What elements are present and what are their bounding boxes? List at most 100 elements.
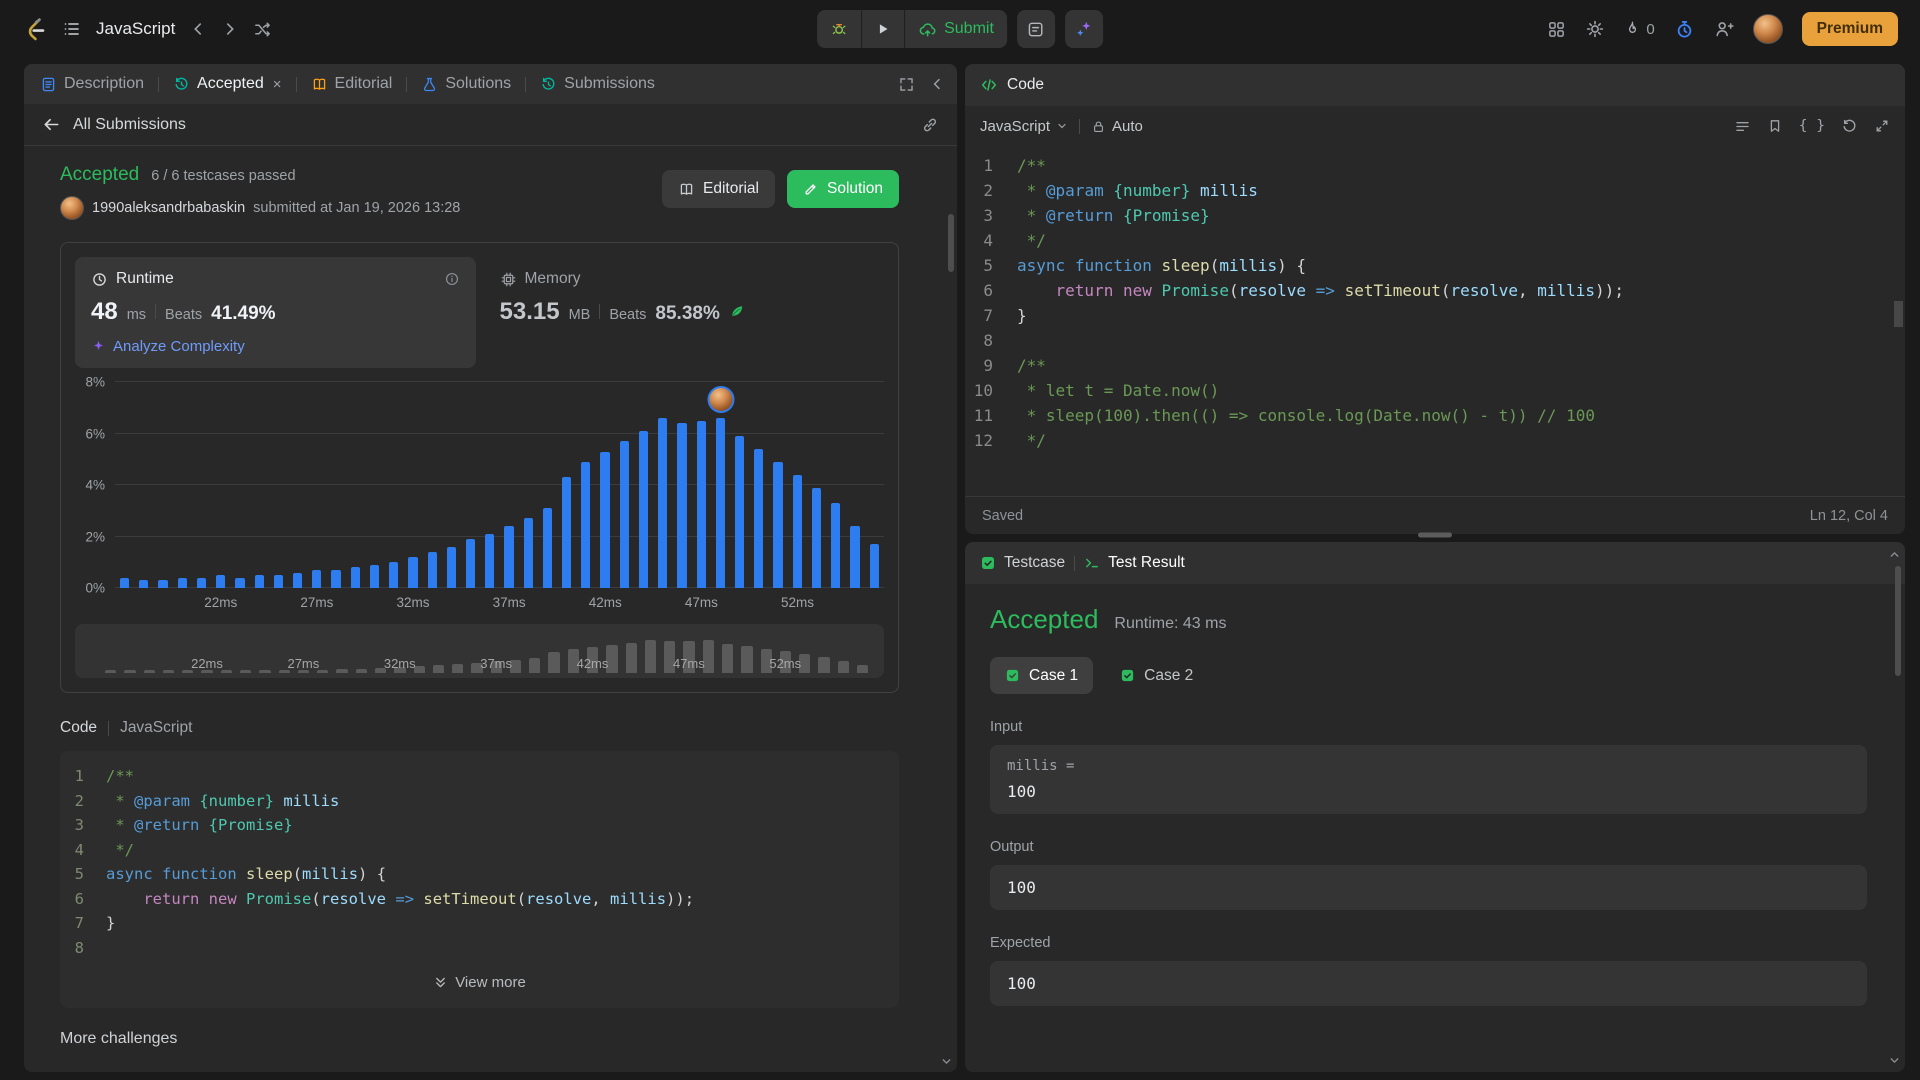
- view-more-button[interactable]: View more: [60, 964, 899, 1000]
- runtime-distribution-bar[interactable]: [716, 418, 725, 588]
- runtime-distribution-bar[interactable]: [216, 575, 225, 588]
- runtime-distribution-bar[interactable]: [562, 477, 571, 588]
- runtime-distribution-bar[interactable]: [255, 575, 264, 588]
- analyze-complexity-button[interactable]: Analyze Complexity: [91, 338, 460, 355]
- runtime-distribution-bar[interactable]: [158, 580, 167, 588]
- runtime-distribution-bar[interactable]: [120, 578, 129, 588]
- runtime-distribution-bar[interactable]: [331, 570, 340, 588]
- problem-list-title[interactable]: JavaScript: [96, 19, 175, 39]
- settings-gear-icon[interactable]: [1585, 19, 1605, 39]
- leetcode-logo-icon[interactable]: [22, 16, 48, 42]
- scroll-up-icon[interactable]: [1888, 548, 1901, 561]
- apps-grid-icon[interactable]: [1547, 20, 1566, 39]
- share-link-icon[interactable]: [921, 116, 939, 134]
- runtime-distribution-bar[interactable]: [293, 573, 302, 588]
- runtime-distribution-bar[interactable]: [754, 449, 763, 588]
- expected-field[interactable]: 100: [990, 961, 1867, 1006]
- runtime-distribution-bar[interactable]: [351, 567, 360, 588]
- scroll-down-icon[interactable]: [1888, 1054, 1901, 1067]
- scrollbar-thumb[interactable]: [948, 214, 954, 272]
- next-question-icon[interactable]: [221, 20, 239, 38]
- submission-username[interactable]: 1990aleksandrbabaskin: [92, 200, 245, 216]
- runtime-distribution-bar[interactable]: [658, 418, 667, 588]
- tab-accepted[interactable]: Accepted ×: [169, 73, 285, 95]
- tab-description[interactable]: Description: [36, 73, 148, 95]
- runtime-distribution-bar[interactable]: [447, 547, 456, 588]
- tab-test-result[interactable]: Test Result: [1084, 554, 1185, 572]
- input-field[interactable]: millis = 100: [990, 745, 1867, 814]
- runtime-distribution-bar[interactable]: [524, 518, 533, 588]
- solution-button[interactable]: Solution: [787, 170, 899, 208]
- premium-button[interactable]: Premium: [1802, 12, 1898, 46]
- bookmark-icon[interactable]: [1767, 118, 1783, 134]
- runtime-distribution-bar[interactable]: [697, 421, 706, 588]
- runtime-distribution-bar[interactable]: [543, 508, 552, 588]
- runtime-distribution-bar[interactable]: [504, 526, 513, 588]
- reset-code-icon[interactable]: [1841, 118, 1858, 135]
- case-1-button[interactable]: Case 1: [990, 657, 1093, 694]
- output-field[interactable]: 100: [990, 865, 1867, 910]
- info-icon[interactable]: [444, 271, 460, 287]
- user-runtime-marker[interactable]: [707, 386, 734, 413]
- fullscreen-icon[interactable]: [898, 76, 915, 93]
- runtime-distribution-bar[interactable]: [197, 578, 206, 588]
- runtime-stat-card[interactable]: Runtime 48 ms Beats 41.49%: [75, 257, 476, 368]
- submit-button[interactable]: Submit: [904, 10, 1007, 48]
- tab-editorial[interactable]: Editorial: [307, 73, 397, 95]
- shuffle-icon[interactable]: [253, 20, 272, 39]
- timer-icon[interactable]: [1674, 19, 1695, 40]
- scrollbar-thumb[interactable]: [1894, 301, 1903, 327]
- code-editor[interactable]: 1/**2 * @param {number} millis3 * @retur…: [965, 146, 1905, 496]
- debugger-button[interactable]: [817, 10, 861, 48]
- runtime-distribution-bar[interactable]: [812, 488, 821, 588]
- all-submissions-link[interactable]: All Submissions: [73, 116, 186, 134]
- close-tab-icon[interactable]: ×: [273, 76, 282, 93]
- runtime-distribution-bar[interactable]: [312, 570, 321, 588]
- case-2-button[interactable]: Case 2: [1105, 657, 1208, 694]
- runtime-distribution-bar[interactable]: [370, 565, 379, 588]
- scrollbar-thumb[interactable]: [1895, 566, 1901, 676]
- panel-resize-handle[interactable]: [1418, 533, 1452, 538]
- runtime-distribution-bar[interactable]: [485, 534, 494, 588]
- auto-toggle[interactable]: Auto: [1091, 118, 1143, 135]
- notes-button[interactable]: [1017, 10, 1055, 48]
- add-collaborator-icon[interactable]: [1714, 19, 1734, 39]
- runtime-distribution-bar[interactable]: [389, 562, 398, 588]
- format-lines-icon[interactable]: [1734, 118, 1751, 135]
- language-select[interactable]: JavaScript: [980, 118, 1068, 135]
- problem-list-icon[interactable]: [62, 19, 82, 39]
- runtime-distribution-bar[interactable]: [850, 526, 859, 588]
- code-panel-title[interactable]: Code: [1007, 76, 1044, 94]
- run-button[interactable]: [861, 10, 904, 48]
- tab-testcase[interactable]: Testcase: [980, 554, 1065, 572]
- runtime-distribution-bar[interactable]: [677, 423, 686, 588]
- scroll-down-icon[interactable]: [940, 1055, 953, 1068]
- editorial-button[interactable]: Editorial: [662, 170, 775, 208]
- user-avatar[interactable]: [1753, 14, 1783, 44]
- maximize-icon[interactable]: [1874, 118, 1890, 134]
- runtime-distribution-bar[interactable]: [620, 441, 629, 588]
- daily-streak[interactable]: 0: [1624, 20, 1654, 39]
- runtime-distribution-bar[interactable]: [773, 462, 782, 588]
- tab-submissions[interactable]: Submissions: [536, 73, 659, 95]
- runtime-distribution-bar[interactable]: [581, 462, 590, 588]
- runtime-distribution-bar[interactable]: [600, 452, 609, 588]
- runtime-distribution-bar[interactable]: [793, 475, 802, 588]
- back-arrow-icon[interactable]: [42, 115, 61, 134]
- runtime-distribution-bar[interactable]: [178, 578, 187, 588]
- runtime-distribution-bar[interactable]: [139, 580, 148, 588]
- braces-icon[interactable]: { }: [1799, 118, 1825, 134]
- runtime-distribution-bar[interactable]: [735, 436, 744, 588]
- runtime-distribution-bar[interactable]: [831, 503, 840, 588]
- runtime-distribution-bar[interactable]: [274, 575, 283, 588]
- ai-assistant-button[interactable]: [1065, 10, 1103, 48]
- collapse-panel-icon[interactable]: [929, 76, 945, 92]
- runtime-distribution-bar[interactable]: [235, 578, 244, 588]
- runtime-distribution-bar[interactable]: [466, 539, 475, 588]
- tab-solutions[interactable]: Solutions: [417, 73, 515, 95]
- cursor-position[interactable]: Ln 12, Col 4: [1810, 508, 1888, 524]
- memory-stat-card[interactable]: Memory 53.15 MB Beats 85.38%: [484, 257, 885, 368]
- runtime-minichart[interactable]: 22ms27ms32ms37ms42ms47ms52ms: [75, 624, 884, 678]
- runtime-distribution-bar[interactable]: [428, 552, 437, 588]
- runtime-distribution-bar[interactable]: [639, 431, 648, 588]
